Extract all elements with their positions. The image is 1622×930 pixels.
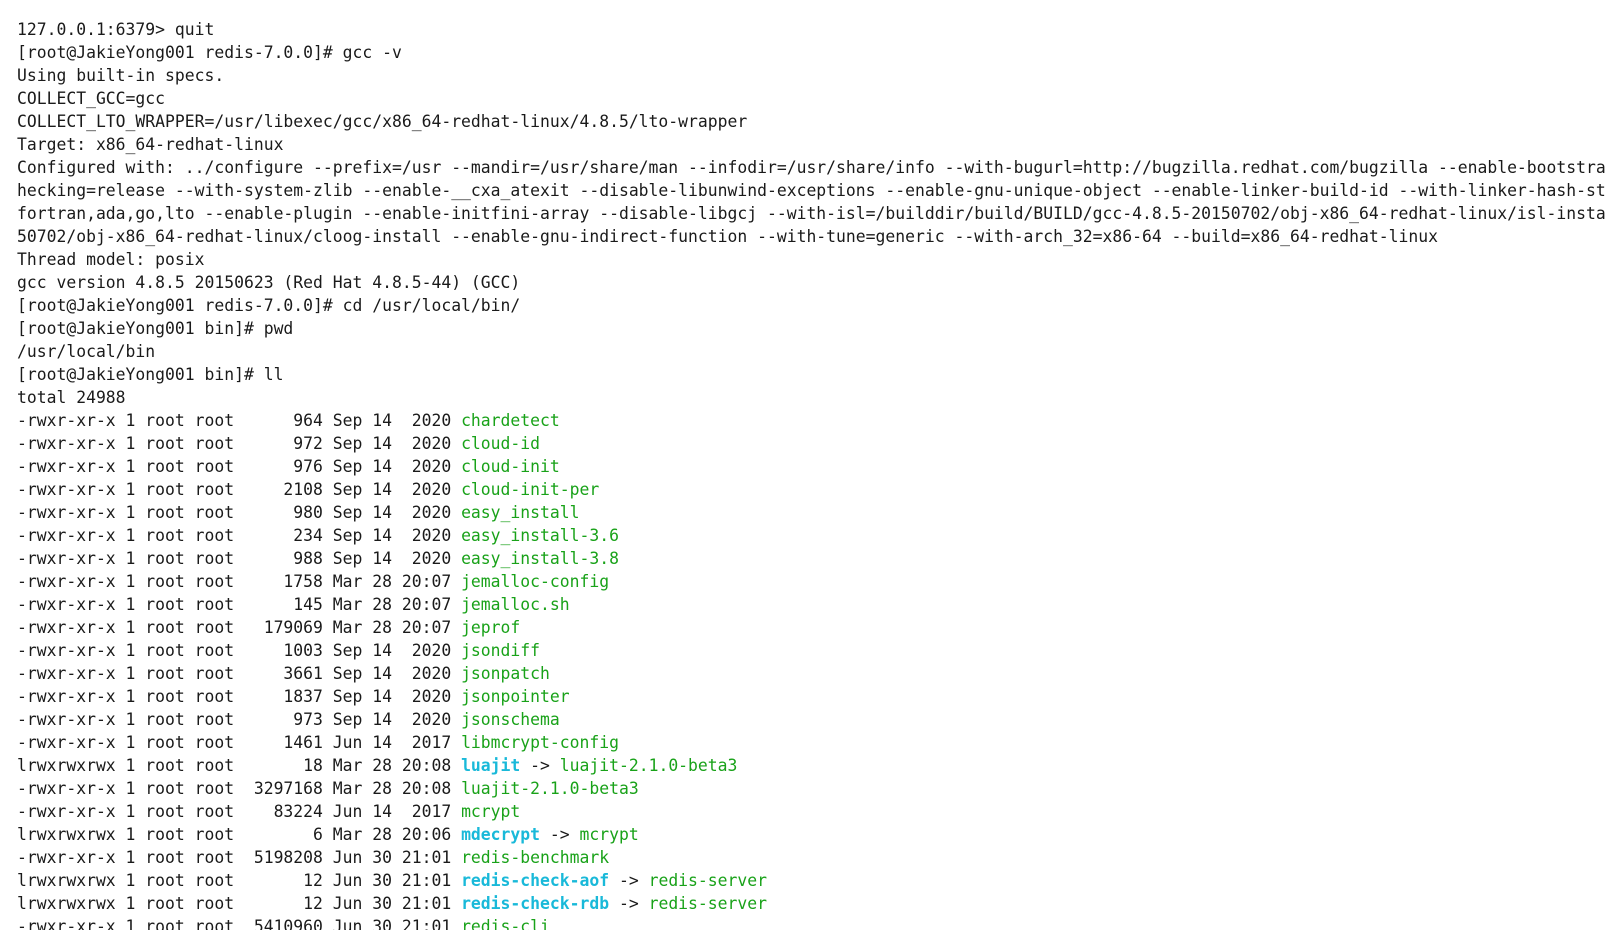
file-meta: -rwxr-xr-x 1 root root 145 Mar 28 20:07 [17,595,462,614]
listing-row: -rwxr-xr-x 1 root root 179069 Mar 28 20:… [17,616,1622,639]
file-name: chardetect [461,411,560,430]
file-name: redis-cli [461,917,550,930]
listing-row: -rwxr-xr-x 1 root root 973 Sep 14 2020 j… [17,708,1622,731]
file-name: jsonpointer [461,687,570,706]
listing-row: -rwxr-xr-x 1 root root 3661 Sep 14 2020 … [17,662,1622,685]
file-meta: -rwxr-xr-x 1 root root 964 Sep 14 2020 [17,411,462,430]
terminal-output: 127.0.0.1:6379> quit [root@JakieYong001 … [17,18,1622,409]
listing-row: -rwxr-xr-x 1 root root 972 Sep 14 2020 c… [17,432,1622,455]
file-meta: -rwxr-xr-x 1 root root 1461 Jun 14 2017 [17,733,462,752]
file-meta: lrwxrwxrwx 1 root root 6 Mar 28 20:06 [17,825,462,844]
terminal-line: [root@JakieYong001 redis-7.0.0]# gcc -v [17,43,402,62]
symlink-name: redis-check-rdb [461,894,610,913]
symlink-target: redis-server [648,894,767,913]
file-meta: lrwxrwxrwx 1 root root 12 Jun 30 21:01 [17,871,462,890]
symlink-arrow: -> [520,756,560,775]
symlink-name: mdecrypt [461,825,541,844]
terminal-line: hecking=release --with-system-zlib --ena… [17,181,1606,200]
file-meta: -rwxr-xr-x 1 root root 179069 Mar 28 20:… [17,618,462,637]
terminal-line: Thread model: posix [17,250,205,269]
terminal-line: 127.0.0.1:6379> quit [17,20,215,39]
terminal-line: fortran,ada,go,lto --enable-plugin --ena… [17,204,1606,223]
file-meta: -rwxr-xr-x 1 root root 973 Sep 14 2020 [17,710,462,729]
file-name: jeprof [461,618,521,637]
listing-row: -rwxr-xr-x 1 root root 1758 Mar 28 20:07… [17,570,1622,593]
symlink-target: mcrypt [579,825,639,844]
terminal-line: Using built-in specs. [17,66,225,85]
listing-row: lrwxrwxrwx 1 root root 18 Mar 28 20:08 l… [17,754,1622,777]
file-meta: -rwxr-xr-x 1 root root 3297168 Mar 28 20… [17,779,462,798]
file-meta: -rwxr-xr-x 1 root root 5410960 Jun 30 21… [17,917,462,930]
listing-row: -rwxr-xr-x 1 root root 5410960 Jun 30 21… [17,915,1622,930]
listing-row: -rwxr-xr-x 1 root root 3297168 Mar 28 20… [17,777,1622,800]
terminal-line: [root@JakieYong001 bin]# pwd [17,319,294,338]
listing-row: -rwxr-xr-x 1 root root 988 Sep 14 2020 e… [17,547,1622,570]
file-name: easy_install-3.6 [461,526,619,545]
listing-row: -rwxr-xr-x 1 root root 5198208 Jun 30 21… [17,846,1622,869]
listing-row: -rwxr-xr-x 1 root root 145 Mar 28 20:07 … [17,593,1622,616]
file-name: cloud-init-per [461,480,600,499]
listing-row: -rwxr-xr-x 1 root root 980 Sep 14 2020 e… [17,501,1622,524]
terminal-line: COLLECT_LTO_WRAPPER=/usr/libexec/gcc/x86… [17,112,748,131]
file-name: jsondiff [461,641,541,660]
listing-row: -rwxr-xr-x 1 root root 83224 Jun 14 2017… [17,800,1622,823]
file-meta: -rwxr-xr-x 1 root root 1837 Sep 14 2020 [17,687,462,706]
symlink-name: luajit [461,756,521,775]
symlink-name: redis-check-aof [461,871,610,890]
file-name: redis-benchmark [461,848,610,867]
file-name: mcrypt [461,802,521,821]
terminal-window[interactable]: 127.0.0.1:6379> quit [root@JakieYong001 … [0,0,1622,930]
listing-row: lrwxrwxrwx 1 root root 12 Jun 30 21:01 r… [17,892,1622,915]
listing-row: -rwxr-xr-x 1 root root 234 Sep 14 2020 e… [17,524,1622,547]
file-meta: -rwxr-xr-x 1 root root 976 Sep 14 2020 [17,457,462,476]
symlink-arrow: -> [609,894,649,913]
file-name: jsonschema [461,710,560,729]
terminal-line: COLLECT_GCC=gcc [17,89,166,108]
terminal-line: Target: x86_64-redhat-linux [17,135,284,154]
file-name: cloud-id [461,434,541,453]
file-name: easy_install-3.8 [461,549,619,568]
symlink-arrow: -> [609,871,649,890]
listing-row: -rwxr-xr-x 1 root root 976 Sep 14 2020 c… [17,455,1622,478]
file-name: easy_install [461,503,580,522]
terminal-line: /usr/local/bin [17,342,156,361]
terminal-line: Configured with: ../configure --prefix=/… [17,158,1606,177]
file-meta: -rwxr-xr-x 1 root root 972 Sep 14 2020 [17,434,462,453]
symlink-target: redis-server [648,871,767,890]
terminal-line: gcc version 4.8.5 20150623 (Red Hat 4.8.… [17,273,521,292]
terminal-line: [root@JakieYong001 redis-7.0.0]# cd /usr… [17,296,521,315]
file-meta: -rwxr-xr-x 1 root root 1003 Sep 14 2020 [17,641,462,660]
file-meta: lrwxrwxrwx 1 root root 12 Jun 30 21:01 [17,894,462,913]
file-meta: -rwxr-xr-x 1 root root 988 Sep 14 2020 [17,549,462,568]
terminal-line: total 24988 [17,388,126,407]
file-name: jsonpatch [461,664,550,683]
file-meta: lrwxrwxrwx 1 root root 18 Mar 28 20:08 [17,756,462,775]
listing-row: -rwxr-xr-x 1 root root 1837 Sep 14 2020 … [17,685,1622,708]
file-meta: -rwxr-xr-x 1 root root 1758 Mar 28 20:07 [17,572,462,591]
file-meta: -rwxr-xr-x 1 root root 980 Sep 14 2020 [17,503,462,522]
listing-row: -rwxr-xr-x 1 root root 1461 Jun 14 2017 … [17,731,1622,754]
file-name: libmcrypt-config [461,733,619,752]
symlink-arrow: -> [540,825,580,844]
terminal-line: 50702/obj-x86_64-redhat-linux/cloog-inst… [17,227,1438,246]
file-meta: -rwxr-xr-x 1 root root 3661 Sep 14 2020 [17,664,462,683]
file-meta: -rwxr-xr-x 1 root root 5198208 Jun 30 21… [17,848,462,867]
file-name: luajit-2.1.0-beta3 [461,779,639,798]
file-name: jemalloc.sh [461,595,570,614]
terminal-line: [root@JakieYong001 bin]# ll [17,365,284,384]
file-meta: -rwxr-xr-x 1 root root 234 Sep 14 2020 [17,526,462,545]
file-meta: -rwxr-xr-x 1 root root 83224 Jun 14 2017 [17,802,462,821]
file-name: cloud-init [461,457,560,476]
file-listing: -rwxr-xr-x 1 root root 964 Sep 14 2020 c… [17,409,1622,930]
listing-row: lrwxrwxrwx 1 root root 12 Jun 30 21:01 r… [17,869,1622,892]
file-name: jemalloc-config [461,572,610,591]
listing-row: lrwxrwxrwx 1 root root 6 Mar 28 20:06 md… [17,823,1622,846]
file-meta: -rwxr-xr-x 1 root root 2108 Sep 14 2020 [17,480,462,499]
listing-row: -rwxr-xr-x 1 root root 2108 Sep 14 2020 … [17,478,1622,501]
listing-row: -rwxr-xr-x 1 root root 1003 Sep 14 2020 … [17,639,1622,662]
symlink-target: luajit-2.1.0-beta3 [559,756,738,775]
listing-row: -rwxr-xr-x 1 root root 964 Sep 14 2020 c… [17,409,1622,432]
